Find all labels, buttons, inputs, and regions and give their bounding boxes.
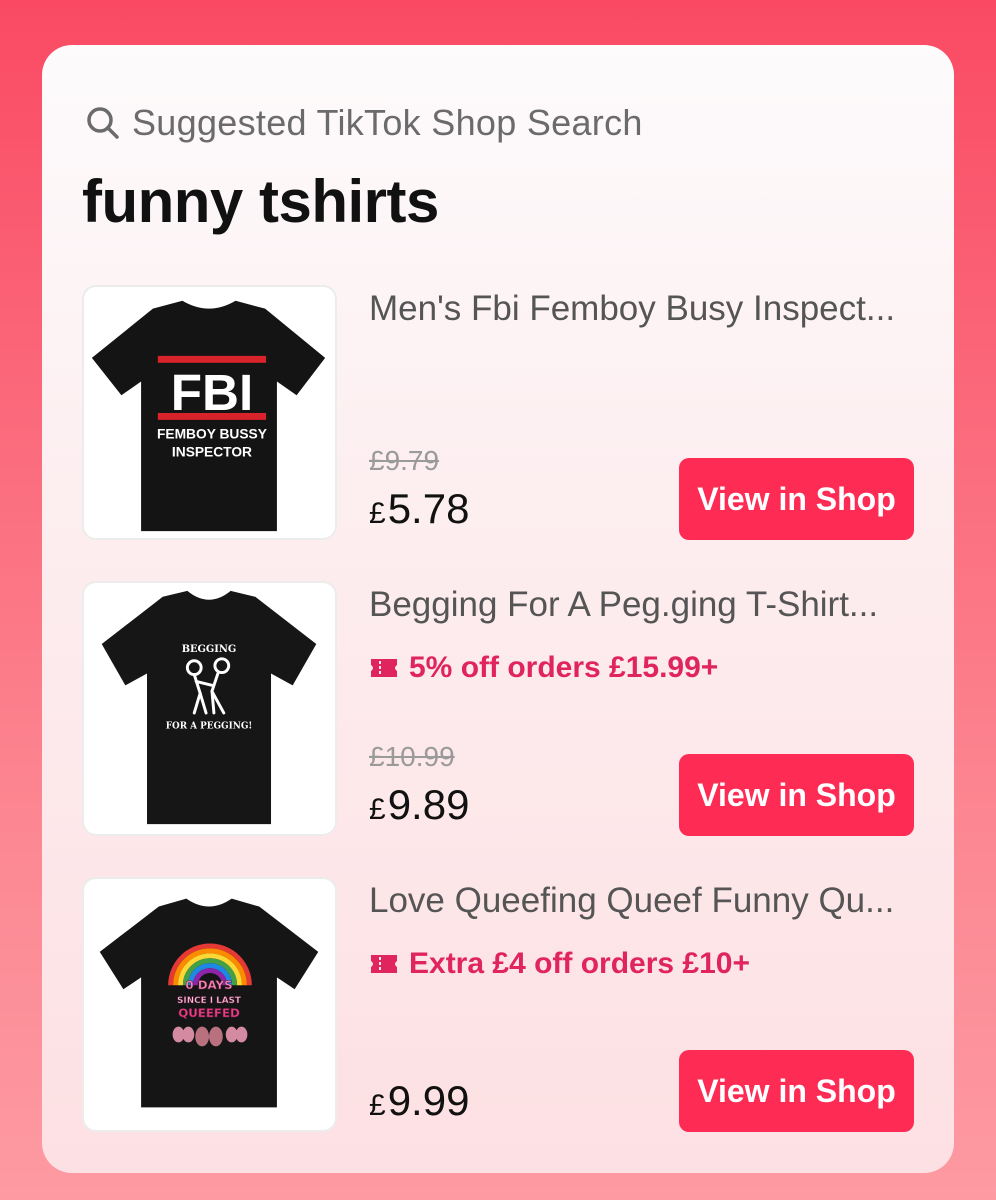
currency-symbol: £ bbox=[369, 445, 385, 476]
search-label: Suggested TikTok Shop Search bbox=[132, 102, 643, 143]
shirt-print-line: FOR A PEGGING! bbox=[166, 722, 253, 732]
shirt-print-line: QUEEFED bbox=[178, 1006, 240, 1020]
sale-price: £5.78 bbox=[369, 485, 469, 533]
search-suggestion-card: Suggested TikTok Shop Search funny tshir… bbox=[42, 45, 954, 1173]
coupon-icon bbox=[371, 955, 397, 973]
view-in-shop-button[interactable]: View in Shop bbox=[679, 1050, 914, 1132]
search-icon bbox=[87, 107, 119, 139]
original-price-value: 10.99 bbox=[384, 741, 455, 772]
coupon-icon bbox=[371, 659, 397, 677]
view-in-shop-button[interactable]: View in Shop bbox=[679, 458, 914, 540]
product-thumbnail[interactable]: BEGGING FOR A PEGGING! bbox=[82, 581, 337, 836]
shirt-print-line: FEMBOY BUSSY bbox=[157, 427, 267, 442]
promo-badge: 5% off orders £15.99+ bbox=[369, 651, 718, 685]
shirt-print-line: BEGGING bbox=[182, 644, 237, 655]
product-card[interactable]: 0 DAYS SINCE I LAST QUEEFED Love Queefin… bbox=[82, 877, 914, 1132]
currency-symbol: £ bbox=[369, 741, 385, 772]
tshirt-image: 0 DAYS SINCE I LAST QUEEFED bbox=[99, 898, 319, 1108]
product-title[interactable]: Love Queefing Queef Funny Qu... bbox=[369, 881, 914, 921]
product-card[interactable]: FBI FEMBOY BUSSY INSPECTOR Men's Fbi Fem… bbox=[82, 285, 914, 540]
shirt-print-line: 0 DAYS bbox=[185, 978, 232, 992]
sale-price-value: 9.89 bbox=[387, 781, 470, 828]
sale-price-value: 9.99 bbox=[387, 1077, 470, 1124]
currency-symbol: £ bbox=[369, 793, 386, 826]
shirt-print-line: SINCE I LAST bbox=[177, 996, 241, 1006]
product-title[interactable]: Men's Fbi Femboy Busy Inspect... bbox=[369, 289, 914, 329]
sale-price: £9.89 bbox=[369, 781, 469, 829]
shirt-print-line: INSPECTOR bbox=[172, 444, 252, 459]
product-thumbnail[interactable]: FBI FEMBOY BUSSY INSPECTOR bbox=[82, 285, 337, 540]
promo-text: Extra £4 off orders £10+ bbox=[409, 947, 751, 980]
promo-text: 5% off orders £15.99+ bbox=[409, 651, 719, 684]
original-price: £9.79 bbox=[369, 445, 439, 477]
product-title[interactable]: Begging For A Peg.ging T-Shirt... bbox=[369, 585, 914, 625]
search-suggestion-header[interactable]: Suggested TikTok Shop Search bbox=[84, 102, 643, 143]
currency-symbol: £ bbox=[369, 497, 386, 530]
tshirt-image: FBI FEMBOY BUSSY INSPECTOR bbox=[91, 300, 326, 532]
shirt-print-fbi: FBI bbox=[171, 364, 253, 421]
promo-badge: Extra £4 off orders £10+ bbox=[369, 947, 750, 981]
search-query-title[interactable]: funny tshirts bbox=[82, 167, 439, 236]
tshirt-image: BEGGING FOR A PEGGING! bbox=[101, 590, 317, 825]
product-thumbnail[interactable]: 0 DAYS SINCE I LAST QUEEFED bbox=[82, 877, 337, 1132]
currency-symbol: £ bbox=[369, 1089, 386, 1122]
sale-price-value: 5.78 bbox=[387, 485, 470, 532]
view-in-shop-button[interactable]: View in Shop bbox=[679, 754, 914, 836]
sale-price: £9.99 bbox=[369, 1077, 469, 1125]
product-card[interactable]: BEGGING FOR A PEGGING! Begging For A Peg… bbox=[82, 581, 914, 836]
original-price-value: 9.79 bbox=[384, 445, 440, 476]
original-price: £10.99 bbox=[369, 741, 455, 773]
